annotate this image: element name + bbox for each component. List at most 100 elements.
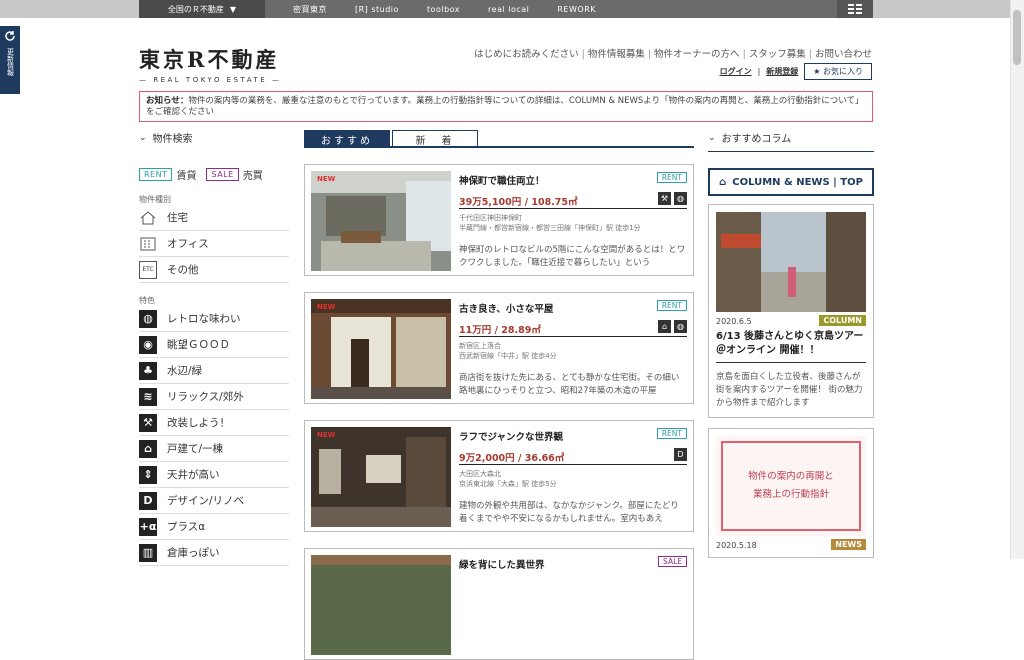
feature-label: レトロな味わい [167, 313, 241, 325]
listing-title[interactable]: ラフでジャンクな世界観 [459, 429, 563, 443]
feature-detached[interactable]: ⌂ 戸建て/一棟 [139, 436, 289, 462]
listing-title[interactable]: 神保町で職住両立！ [459, 173, 545, 187]
separator: | [742, 49, 746, 60]
separator: | [647, 49, 652, 60]
nav-item-mitsubai[interactable]: 密買東京 [293, 4, 327, 15]
link-property-wanted[interactable]: 物件情報募集 [588, 49, 645, 60]
listing-address: 千代田区神田神保町 [459, 214, 522, 222]
listing-card[interactable]: NEW 神保町で職住両立！ RENT 39万5,100円 / 108.75㎡ ⚒… [304, 164, 694, 276]
category-office[interactable]: オフィス [139, 231, 289, 257]
listing-card[interactable]: 緑を背にした異世界 SALE [304, 548, 694, 660]
feature-relax[interactable]: ≋ リラックス/郊外 [139, 384, 289, 410]
listing-tabs: おすすめ 新 着 [304, 130, 694, 148]
scrollbar-thumb[interactable] [1013, 10, 1021, 65]
listing-card[interactable]: NEW ラフでジャンクな世界観 RENT 9万2,000円 / 36.66㎡ D… [304, 420, 694, 532]
nav-item-r-studio[interactable]: [R] studio [355, 5, 399, 14]
news-tag: NEWS [831, 539, 866, 550]
link-read-first[interactable]: はじめにお読みください [474, 49, 579, 60]
listing-station: 西武新宿線「中井」駅 徒歩4分 [459, 352, 557, 360]
tab-recommended[interactable]: おすすめ [304, 130, 390, 148]
feature-renovate[interactable]: ⚒ 改装しよう！ [139, 410, 289, 436]
feature-design[interactable]: D デザイン/リノベ [139, 488, 289, 514]
search-section-title[interactable]: ⌄ 物件検索 [139, 130, 289, 146]
rent-badge[interactable]: RENT [139, 168, 173, 181]
listing-kind-badge: RENT [656, 300, 687, 311]
listing-kind-badge: SALE [658, 556, 687, 567]
column-sidebar: ⌄ おすすめコラム ⌂ COLUMN & NEWS | TOP 2020.6.5… [708, 130, 874, 558]
sale-label[interactable]: 売買 [243, 167, 263, 182]
menu-button[interactable] [837, 0, 873, 18]
property-type-heading: 物件種別 [139, 195, 171, 204]
listing-photo[interactable] [311, 171, 451, 271]
register-link[interactable]: 新規登録 [766, 66, 798, 77]
nav-item-real-local[interactable]: real local [488, 5, 529, 14]
category-house[interactable]: 住宅 [139, 205, 289, 231]
rent-label[interactable]: 賃貸 [176, 167, 196, 182]
update-info-tab[interactable]: 更新情報 [0, 26, 20, 94]
news-date: 2020.5.18 [716, 541, 757, 550]
house-outline-icon: ⌂ [658, 320, 671, 333]
listing-price: 9万2,000円 / 36.66㎡ [459, 453, 565, 464]
logo-english: — REAL TOKYO ESTATE — [139, 76, 282, 84]
tree-icon: ♣ [139, 361, 157, 380]
separator: | [757, 67, 761, 76]
listing-address: 新宿区上落合 [459, 342, 501, 350]
top-global-bar: 全国のＲ不動産 ▼ 密買東京 [R] studio toolbox real l… [0, 0, 1024, 18]
favorites-button[interactable]: ★ お気に入り [804, 63, 872, 80]
new-label: NEW [317, 175, 336, 183]
feature-waterside[interactable]: ♣ 水辺/緑 [139, 358, 289, 384]
listing-description: 商店街を抜けた先にある、とても静かな住宅街。その細い路地裏にひっそりと立つ、昭和… [459, 373, 680, 396]
sale-badge[interactable]: SALE [206, 168, 239, 181]
news-image[interactable]: 物件の案内の再開と 業務上の行動指針 [716, 436, 866, 536]
link-contact[interactable]: お問い合わせ [815, 49, 872, 60]
header-links: はじめにお読みください | 物件情報募集 | 物件オーナーの方へ | スタッフ募集 | お問い合… [474, 46, 872, 60]
feature-icons: ⚒ ◍ [658, 192, 687, 205]
listing-card[interactable]: NEW 古き良き、小さな平屋 RENT 11万円 / 28.89㎡ ⌂ ◍ 新宿区… [304, 292, 694, 404]
site-logo[interactable]: 東京R不動産 — REAL TOKYO ESTATE — [139, 44, 281, 84]
column-section-title[interactable]: ⌄ おすすめコラム [708, 130, 874, 146]
pocket-watch-icon: ◍ [139, 309, 157, 328]
listing-description: 神保町のレトロなビルの5階にこんな空間があるとは！とワクワクしました。「職住近接… [459, 245, 686, 268]
new-label: NEW [317, 431, 336, 439]
property-search-column: ⌄ 物件検索 RENT 賃貸 SALE 売買 物件種別 住宅 オフィス ETC … [139, 130, 289, 566]
link-staff-wanted[interactable]: スタッフ募集 [749, 49, 806, 60]
nav-item-toolbox[interactable]: toolbox [427, 5, 460, 14]
column-photo[interactable] [716, 212, 866, 312]
house-outline-icon: ⌂ [139, 439, 157, 458]
page-scrollbar[interactable] [1010, 0, 1024, 559]
drill-icon: ⚒ [658, 192, 671, 205]
feature-view[interactable]: ◉ 眺望ＧＯＯＤ [139, 332, 289, 358]
ceiling-height-icon: ⇕ [139, 465, 157, 484]
column-news-top-button[interactable]: ⌂ COLUMN & NEWS | TOP [708, 168, 874, 196]
feature-label: 眺望ＧＯＯＤ [167, 339, 230, 351]
notice-text[interactable]: 物件の案内等の業務を、厳重な注意のもとで行っています。業務上の行動指針等について… [146, 96, 864, 117]
tab-new[interactable]: 新 着 [392, 130, 478, 148]
link-owners[interactable]: 物件オーナーの方へ [654, 49, 740, 60]
category-label: その他 [167, 264, 199, 276]
category-other[interactable]: ETC その他 [139, 257, 289, 283]
feature-retro[interactable]: ◍ レトロな味わい [139, 306, 289, 332]
listing-title[interactable]: 緑を背にした異世界 [459, 557, 545, 571]
listing-address: 大田区大森北 [459, 470, 501, 478]
login-link[interactable]: ログイン [720, 66, 752, 77]
column-date: 2020.6.5 [716, 317, 752, 326]
listing-address-block: 千代田区神田神保町 半蔵門線・都営新宿線・都営三田線「神保町」駅 徒歩1分 [459, 213, 641, 233]
update-info-label: 更新情報 [6, 48, 15, 76]
nav-r-network-dropdown[interactable]: 全国のＲ不動産 ▼ [139, 0, 265, 18]
feature-plus-alpha[interactable]: +α プラスα [139, 514, 289, 540]
column-card[interactable]: 2020.6.5 COLUMN 6/13 後藤さんとゆく京島ツアー＠オンライン … [708, 204, 874, 418]
news-card[interactable]: 物件の案内の再開と 業務上の行動指針 2020.5.18 NEWS [708, 428, 874, 558]
feature-warehouse[interactable]: ▥ 倉庫っぽい [139, 540, 289, 566]
listing-photo[interactable] [311, 555, 451, 655]
column-card-title[interactable]: 6/13 後藤さんとゆく京島ツアー＠オンライン 開催！！ [716, 330, 866, 363]
listing-photo[interactable] [311, 299, 451, 399]
separator: | [581, 49, 585, 60]
column-title: おすすめコラム [721, 134, 792, 145]
chevron-down-icon: ▼ [229, 4, 237, 14]
nav-item-rework[interactable]: REWORK [557, 5, 596, 14]
feature-high-ceiling[interactable]: ⇕ 天井が高い [139, 462, 289, 488]
divider [459, 208, 687, 209]
listing-title[interactable]: 古き良き、小さな平屋 [459, 301, 553, 315]
listing-photo[interactable] [311, 427, 451, 527]
listings-column: おすすめ 新 着 NEW 神保町で職住両立！ RENT 39万5,100円 / … [304, 130, 694, 660]
